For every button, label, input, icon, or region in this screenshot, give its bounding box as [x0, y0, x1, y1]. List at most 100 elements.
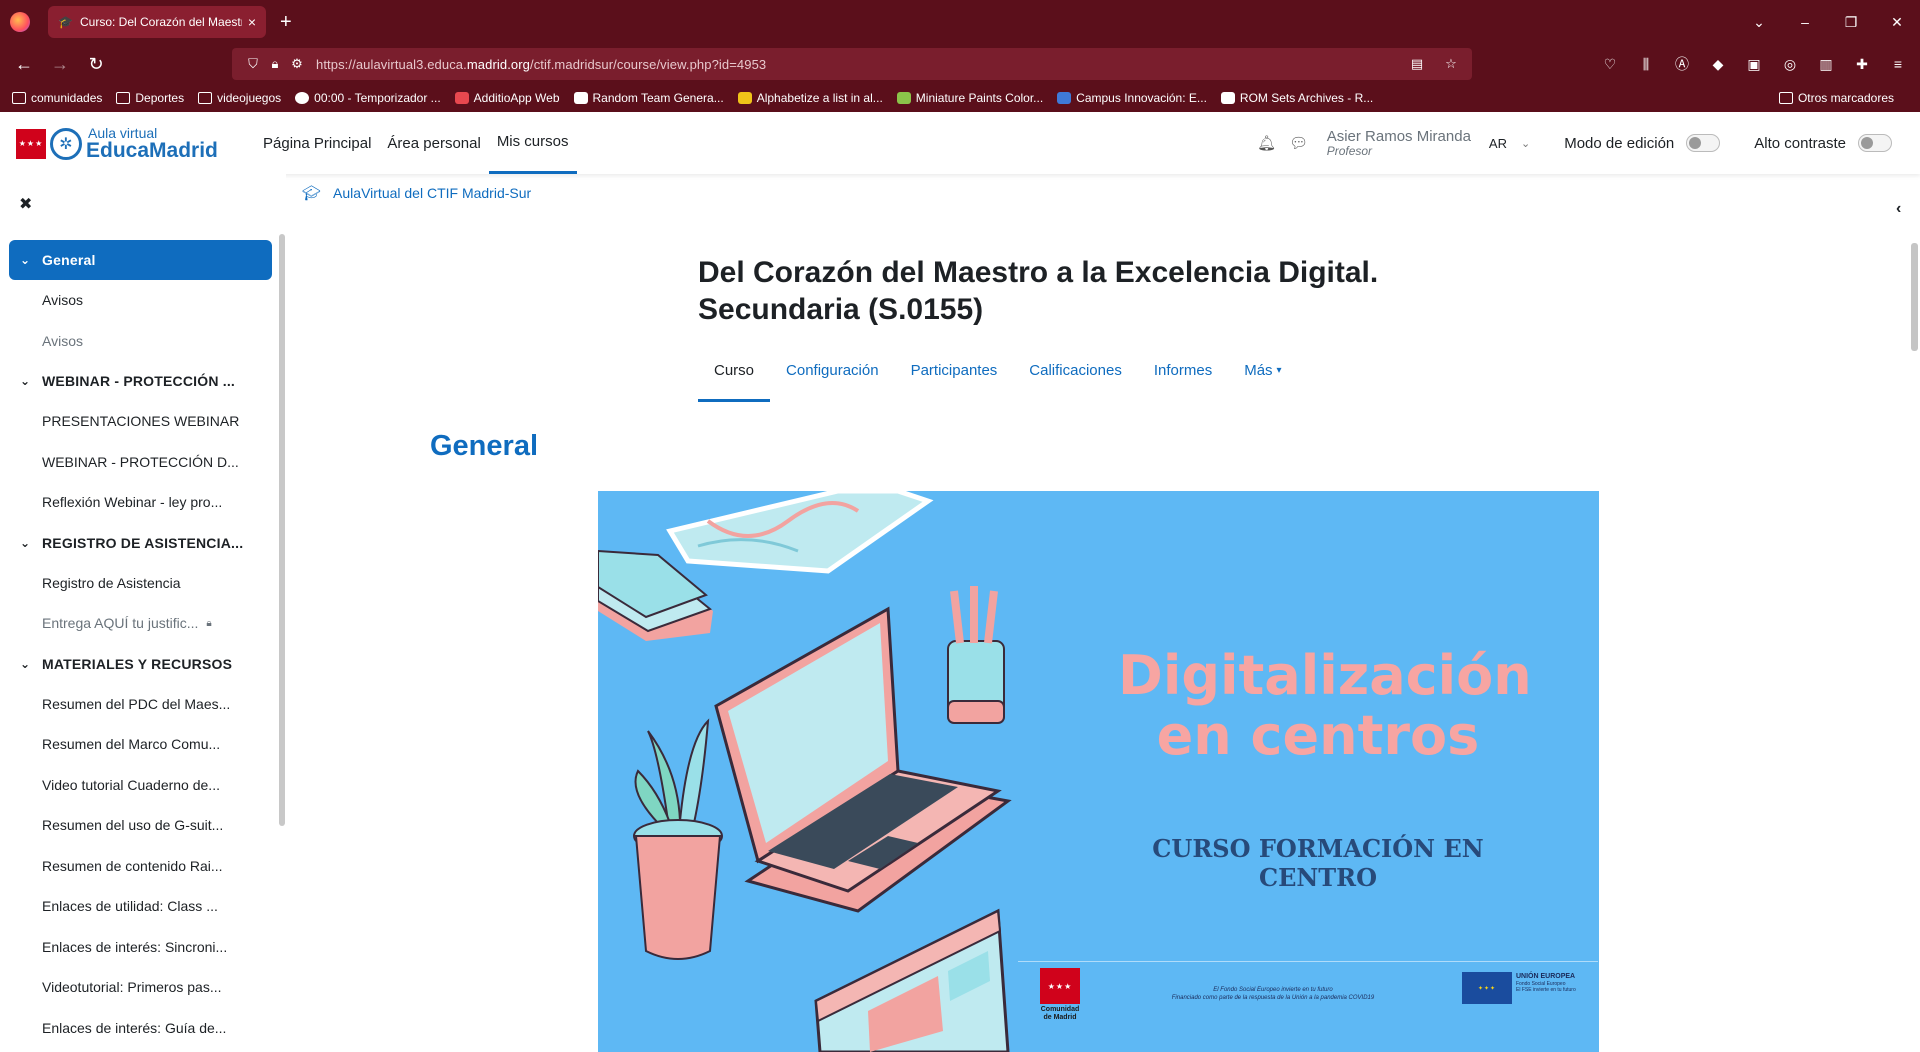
browser-window-illustration [814, 908, 1010, 1052]
reader-view-icon[interactable]: ▤ [1406, 56, 1428, 72]
course-index-item[interactable]: Avisos [0, 280, 272, 321]
notifications-bell-icon[interactable]: 🔔︎ [1251, 134, 1283, 152]
course-index-section[interactable]: ⌄ WEBINAR - PROTECCIÓN ... [0, 361, 272, 401]
reload-icon[interactable]: ↻ [84, 52, 108, 76]
course-index-item[interactable]: Avisos [0, 321, 272, 362]
folder-icon [116, 92, 131, 104]
dice-icon [573, 92, 588, 104]
tab-course[interactable]: Curso [698, 352, 771, 402]
edit-mode-toggle[interactable] [1686, 134, 1721, 152]
ublock-icon[interactable]: ◆ [1706, 52, 1730, 76]
shield-icon[interactable]: ⛉ [242, 56, 264, 72]
avatar[interactable]: AR [1489, 136, 1507, 151]
restore-icon[interactable]: ❐ [1828, 14, 1874, 31]
additio-icon [454, 92, 469, 104]
course-index-section[interactable]: ⌄ General [9, 240, 272, 280]
pocket-icon[interactable]: ♡ [1598, 52, 1622, 76]
chevron-down-icon[interactable]: ⌄ [1521, 137, 1530, 150]
nav-my-courses[interactable]: Mis cursos [488, 112, 577, 174]
chevron-down-icon[interactable]: ⌄ [20, 657, 42, 671]
extension-eye-icon[interactable]: ◎ [1778, 52, 1802, 76]
course-index-item[interactable]: Entrega AQUÍ tu justific... 🔒︎ [0, 603, 272, 644]
url-bar[interactable]: ⛉ 🔒︎ ⚙ https://aulavirtual3.educa.madrid… [232, 48, 1472, 80]
messages-icon[interactable]: 💬︎ [1283, 134, 1315, 152]
list-all-tabs-icon[interactable]: ⌄ [1736, 14, 1782, 31]
course-index-item[interactable]: Enlaces de interés: Sincroni... [0, 927, 272, 968]
course-index-item[interactable]: Resumen del PDC del Maes... [0, 684, 272, 725]
browser-tab-active[interactable]: 🎓 Curso: Del Corazón del Maestro a la Ex… [48, 6, 266, 38]
drawer-scrollbar[interactable] [279, 234, 285, 826]
menu-hamburger-icon[interactable]: ≡ [1886, 52, 1910, 76]
tab-grades[interactable]: Calificaciones [1013, 352, 1138, 402]
bookmark-item[interactable]: Random Team Genera... [573, 91, 724, 105]
minimize-icon[interactable]: – [1782, 14, 1828, 30]
chevron-down-icon[interactable]: ⌄ [20, 253, 42, 267]
bookmark-item[interactable]: comunidades [12, 91, 102, 105]
high-contrast-toggle[interactable] [1858, 134, 1892, 152]
bookmark-item[interactable]: 00:00 - Temporizador ... [295, 91, 441, 105]
bookmark-item[interactable]: ROM Sets Archives - R... [1220, 91, 1373, 105]
course-index-section[interactable]: ⌄ MATERIALES Y RECURSOS [0, 644, 272, 684]
tab-more[interactable]: Más ▾ [1228, 352, 1297, 402]
breadcrumb: 🎓︎ AulaVirtual del CTIF Madrid-Sur [302, 184, 531, 202]
bookmark-item[interactable]: Miniature Paints Color... [896, 91, 1043, 105]
nav-dashboard[interactable]: Área personal [379, 112, 488, 174]
other-bookmarks[interactable]: Otros marcadores [1778, 91, 1894, 105]
firefox-logo-icon[interactable] [10, 12, 30, 32]
user-navigation: 🔔︎ 💬︎ Asier Ramos Miranda Profesor AR ⌄ … [1251, 112, 1920, 174]
comunidad-madrid-logo: ★★★ Comunidad de Madrid [1040, 968, 1080, 1024]
forward-arrow-icon[interactable]: → [48, 52, 72, 76]
browser-nav-bar: ← → ↻ ⛉ 🔒︎ ⚙ https://aulavirtual3.educa.… [0, 44, 1920, 84]
bookmark-item[interactable]: Deportes [116, 91, 184, 105]
course-index-item-label: Registro de Asistencia [42, 574, 181, 591]
breadcrumb-link[interactable]: AulaVirtual del CTIF Madrid-Sur [333, 185, 531, 201]
course-index-item[interactable]: Registro de Asistencia [0, 563, 272, 604]
permissions-icon[interactable]: ⚙ [286, 56, 308, 72]
course-index-section[interactable]: ⌄ REGISTRO DE ASISTENCIA... [0, 523, 272, 563]
close-window-icon[interactable]: ✕ [1874, 14, 1920, 31]
extension-bars-icon[interactable]: ▥ [1814, 52, 1838, 76]
account-icon[interactable]: Ⓐ [1670, 52, 1694, 76]
bookmark-star-icon[interactable]: ☆ [1440, 56, 1462, 72]
bookmark-item[interactable]: Campus Innovación: E... [1057, 91, 1207, 105]
chevron-down-icon[interactable]: ⌄ [20, 374, 42, 388]
user-menu[interactable]: Asier Ramos Miranda Profesor [1327, 129, 1471, 157]
course-banner-image: Digitalización en centros CURSO FORMACIÓ… [598, 491, 1599, 1052]
extensions-puzzle-icon[interactable]: ✚ [1850, 52, 1874, 76]
chevron-left-icon[interactable]: ‹ [1896, 200, 1901, 218]
course-index-item[interactable]: Enlaces de utilidad: Class ... [0, 886, 272, 927]
back-arrow-icon[interactable]: ← [12, 52, 36, 76]
nav-home[interactable]: Página Principal [255, 112, 379, 174]
library-icon[interactable]: ⫼ [1634, 52, 1658, 76]
bookmark-item[interactable]: videojuegos [198, 91, 281, 105]
bookmark-item[interactable]: Alphabetize a list in al... [737, 91, 883, 105]
banner-title: Digitalización en centros [1118, 644, 1532, 767]
brand-small: Aula virtual [88, 125, 158, 141]
tab-settings[interactable]: Configuración [770, 352, 895, 402]
campus-icon [1057, 92, 1072, 104]
chevron-down-icon[interactable]: ⌄ [20, 536, 42, 550]
course-index-item[interactable]: Videotutorial: Primeros pas... [0, 967, 272, 1008]
tab-participants[interactable]: Participantes [895, 352, 1014, 402]
course-index-item-label: Enlaces de utilidad: Class ... [42, 898, 218, 915]
close-tab-icon[interactable]: × [248, 14, 256, 30]
close-drawer-icon[interactable]: ✖ [19, 194, 32, 214]
extension-cat-icon[interactable]: ▣ [1742, 52, 1766, 76]
bookmark-item[interactable]: AdditioApp Web [454, 91, 560, 105]
course-index-item[interactable]: Reflexión Webinar - ley pro... [0, 482, 272, 523]
books-illustration [598, 549, 713, 641]
course-index-item[interactable]: WEBINAR - PROTECCIÓN D... [0, 442, 272, 483]
course-index-item[interactable]: Resumen del Marco Comu... [0, 724, 272, 765]
high-contrast-control: Alto contraste [1754, 134, 1892, 152]
course-index-item[interactable]: Resumen de contenido Rai... [0, 846, 272, 887]
course-index-item[interactable]: Video tutorial Cuaderno de... [0, 765, 272, 806]
url-text[interactable]: https://aulavirtual3.educa.madrid.org/ct… [316, 57, 766, 72]
lock-icon[interactable]: 🔒︎ [264, 56, 286, 72]
course-index-item[interactable]: Resumen del uso de G-suit... [0, 805, 272, 846]
page-scrollbar[interactable] [1911, 243, 1918, 351]
site-logo[interactable]: ★★★ ✲ Aula virtual EducaMadrid [16, 126, 218, 161]
course-index-item[interactable]: Enlaces de interés: Guía de... [0, 1008, 272, 1049]
course-index-item[interactable]: PRESENTACIONES WEBINAR [0, 401, 272, 442]
new-tab-button[interactable]: + [280, 10, 292, 34]
tab-reports[interactable]: Informes [1138, 352, 1228, 402]
